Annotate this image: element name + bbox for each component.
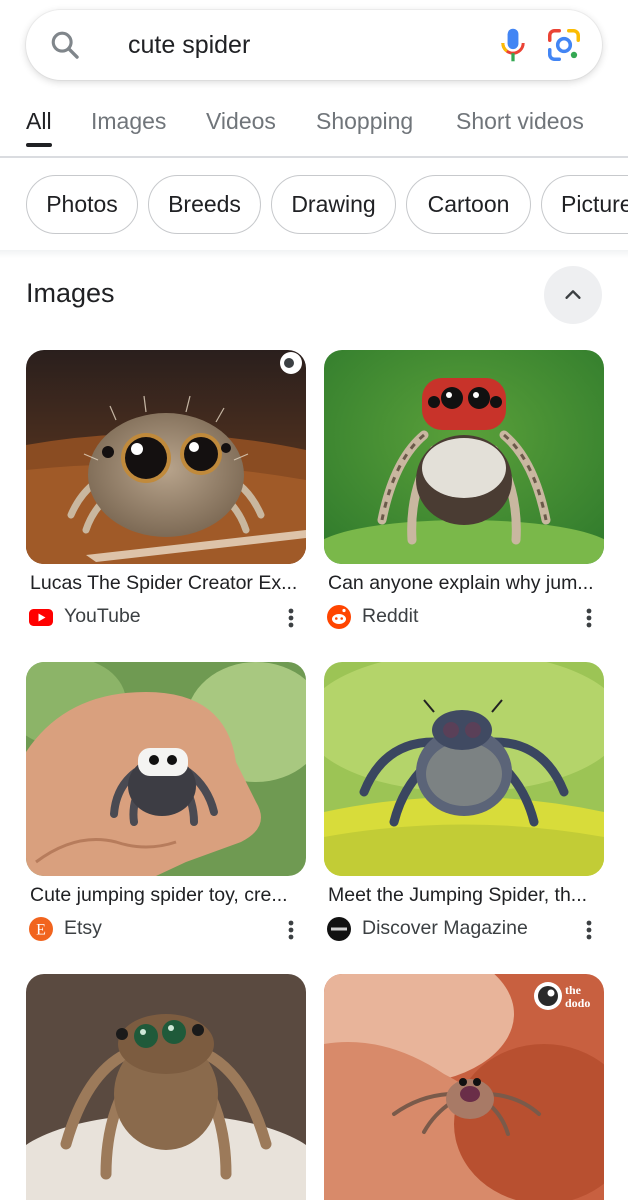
result-source[interactable]: E Etsy — [28, 916, 304, 944]
spider-photo — [26, 662, 306, 876]
watermark-line1: the — [565, 983, 582, 997]
source-name: YouTube — [64, 605, 141, 627]
spider-photo — [26, 350, 306, 564]
chip-cartoon[interactable]: Cartoon — [406, 175, 531, 234]
search-icon[interactable] — [48, 28, 82, 62]
watermark-line2: dodo — [565, 996, 590, 1010]
collapse-button[interactable] — [544, 266, 602, 324]
result-source[interactable]: Reddit — [326, 604, 602, 632]
tab-all[interactable]: All — [26, 108, 52, 135]
result-thumbnail[interactable]: the dodo — [324, 974, 604, 1200]
spider-photo — [324, 662, 604, 876]
search-tabs: All Images Videos Shopping Short videos — [0, 96, 628, 158]
chip-drawing[interactable]: Drawing — [271, 175, 396, 234]
more-options-icon[interactable] — [582, 916, 596, 944]
youtube-logo-icon — [29, 609, 53, 626]
result-thumbnail[interactable] — [324, 662, 604, 876]
result-thumbnail[interactable] — [26, 974, 306, 1200]
discover-magazine-logo-icon — [327, 917, 351, 941]
result-caption[interactable]: Meet the Jumping Spider, th... — [328, 884, 600, 907]
result-caption[interactable]: Cute jumping spider toy, cre... — [30, 884, 302, 907]
svg-text:E: E — [36, 922, 46, 939]
spider-photo — [26, 974, 306, 1200]
google-lens-icon[interactable] — [545, 26, 583, 64]
source-name: Etsy — [64, 917, 102, 939]
tab-videos[interactable]: Videos — [206, 108, 276, 135]
the-dodo-watermark: the dodo — [532, 980, 600, 1012]
tab-shopping[interactable]: Shopping — [316, 108, 413, 135]
reddit-logo-icon — [327, 605, 351, 629]
more-options-icon[interactable] — [582, 604, 596, 632]
chevron-up-icon — [565, 290, 581, 299]
microphone-icon[interactable] — [496, 26, 530, 64]
tab-short-videos[interactable]: Short videos — [456, 108, 584, 135]
images-section-title: Images — [26, 278, 115, 308]
result-source[interactable]: YouTube — [28, 604, 304, 632]
search-bar[interactable]: cute spider — [26, 10, 602, 80]
result-thumbnail[interactable] — [324, 350, 604, 564]
result-source[interactable]: Discover Magazine — [326, 916, 602, 944]
result-caption[interactable]: Can anyone explain why jum... — [328, 572, 600, 595]
more-options-icon[interactable] — [284, 916, 298, 944]
etsy-logo-icon: E — [29, 917, 53, 941]
chip-breeds[interactable]: Breeds — [148, 175, 261, 234]
source-name: Reddit — [362, 605, 419, 627]
result-thumbnail[interactable] — [26, 662, 306, 876]
source-name: Discover Magazine — [362, 917, 528, 939]
active-tab-indicator — [26, 143, 52, 147]
tab-images[interactable]: Images — [91, 108, 166, 135]
section-divider — [0, 250, 628, 258]
result-thumbnail[interactable] — [26, 350, 306, 564]
spider-photo — [324, 350, 604, 564]
result-caption[interactable]: Lucas The Spider Creator Ex... — [30, 572, 302, 595]
more-options-icon[interactable] — [284, 604, 298, 632]
search-input[interactable]: cute spider — [128, 10, 250, 80]
chip-photos[interactable]: Photos — [26, 175, 138, 234]
chip-picture[interactable]: Picture — [541, 175, 628, 234]
